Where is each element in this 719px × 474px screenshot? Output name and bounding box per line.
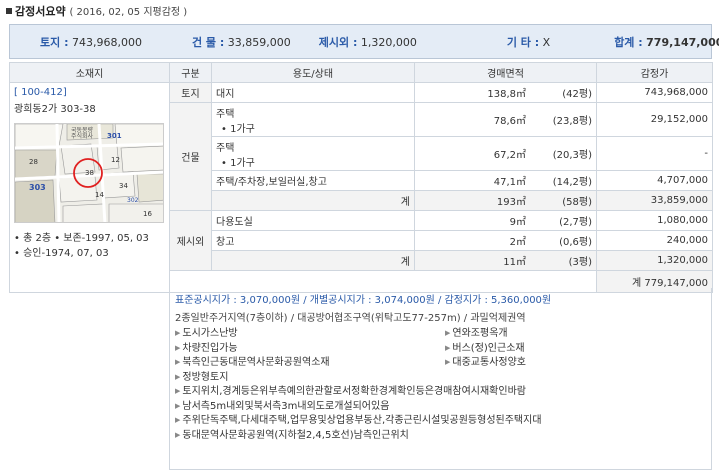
summary-bar: 토지 : 743,968,000 건 물 : 33,859,000 제시외 : … (9, 24, 719, 59)
price-cell: 743,968,000 (596, 82, 713, 103)
summary-other: 기 타 : X (506, 35, 551, 49)
subtotal-area: 11㎡ (3평) (414, 250, 597, 271)
zoning-info: 2종일반주거지역(7층이하) / 대공방어협조구역(위탁고도77-257m) /… (175, 313, 526, 324)
header-area: 경매면적 (414, 62, 597, 83)
area-cell: 9㎡ (2,7평) (414, 210, 597, 231)
map-label-38: 38 (85, 169, 94, 177)
map-label-302: 302 (127, 197, 139, 204)
triangle-bullet-icon: ▶ (175, 329, 181, 337)
category-land: 토지 (169, 82, 212, 103)
price-cell: 29,152,000 (596, 102, 713, 137)
map-label-28: 28 (29, 158, 38, 166)
summary-total: 합계 : 779,147,000 (614, 35, 719, 49)
triangle-bullet-icon: ▶ (445, 343, 451, 352)
square-bullet-icon (6, 8, 12, 14)
map-label-34: 34 (119, 182, 128, 190)
list-item: ▶ 정방형토지 (175, 371, 229, 383)
feature-grid: ▶ 도시가스난방 ▶ 연와조평옥개 ▶ 차량진입가능 ▶ 버스(정)인근소재 ▶ 북측인근… (175, 327, 706, 385)
area-cell: 2㎡ (0,6평) (414, 230, 597, 251)
summary-building: 건 물 : 33,859,000 (191, 35, 291, 49)
page-title: 감정서요약 ( 2016, 02, 05 지평감정 ) (6, 3, 187, 19)
triangle-bullet-icon: ▶ (175, 401, 181, 410)
triangle-bullet-icon: ▶ (175, 343, 181, 352)
notes-panel: 표준공시지가 : 3,070,000원 / 개별공시지가 : 3,074,000… (169, 288, 712, 470)
list-item: ▶ 북측인근동대문역사문화공원역소재 (175, 357, 330, 368)
price-cell: 4,707,000 (596, 170, 713, 191)
triangle-bullet-icon: ▶ (175, 416, 181, 424)
appraisal-date: ( 2016, 02, 05 지평감정 ) (69, 7, 188, 18)
address: 광희동2가 303-38 (14, 104, 96, 115)
area-cell: 47,1㎡ (14,2평) (414, 170, 597, 191)
triangle-bullet-icon: ▶ (175, 387, 181, 395)
map-label-16: 16 (143, 210, 152, 218)
summary-excluded: 제시외 : 1,320,000 (318, 35, 417, 49)
use-cell: 주택 • 1가구 (211, 136, 415, 171)
land-price-info: 표준공시지가 : 3,070,000원 / 개별공시지가 : 3,074,000… (175, 295, 552, 306)
appraisal-table: 소재지 구분 용도/상태 경매면적 감정가 [ 100-412] 광희동2가 3… (9, 62, 713, 293)
header-location: 소재지 (9, 62, 170, 83)
area-cell: 138,8㎡ (42평) (414, 82, 597, 103)
price-cell: 1,080,000 (596, 210, 713, 231)
triangle-bullet-icon: ▶ (445, 329, 451, 337)
list-item: ▶ 동대문역사문화공원역(지하철2,4,5호선)남측인근위치 (175, 429, 409, 441)
list-item: ▶ 주위단독주택,다세대주택,업무용및상업용부동산,각종근린시설및공원등형성된주택… (175, 415, 542, 426)
use-cell: 창고 (211, 230, 415, 251)
list-item: ▶ 대중교통사정양호 (445, 357, 526, 368)
map-label-303: 303 (29, 183, 46, 192)
summary-land: 토지 : 743,968,000 (40, 35, 142, 49)
table-row: [ 100-412] 광희동2가 303-38 국동몽량 주식회사 301 30… (9, 82, 713, 293)
header-price: 감정가 (596, 62, 713, 83)
area-cell: 67,2㎡ (20,3평) (414, 136, 597, 171)
list-item: ▶ 남서측5m내외및북서측3m내외도로개설되어있음 (175, 400, 390, 412)
area-cell: 78,6㎡ (23,8평) (414, 102, 597, 137)
building-notes: • 총 2층 • 보존-1997, 05, 03 • 승인-1974, 07, … (14, 233, 149, 259)
location-map[interactable]: 국동몽량 주식회사 301 303 38 28 12 34 14 16 302 (14, 123, 164, 223)
price-cell: 240,000 (596, 230, 713, 251)
map-label-12: 12 (111, 156, 120, 164)
map-label-301: 301 (107, 132, 122, 140)
triangle-bullet-icon: ▶ (445, 358, 451, 366)
postal-code: [ 100-412] (14, 87, 67, 98)
use-cell: 주택 • 1가구 (211, 102, 415, 137)
header-category: 구분 (169, 62, 212, 83)
map-label-company2: 주식회사 (71, 132, 94, 140)
list-item: ▶ 도시가스난방 (175, 328, 238, 339)
map-label-14: 14 (95, 191, 104, 199)
price-cell: - (596, 136, 713, 171)
use-cell: 대지 (211, 82, 415, 103)
triangle-bullet-icon: ▶ (175, 372, 181, 381)
map-image: 국동몽량 주식회사 301 303 38 28 12 34 14 16 302 (15, 124, 163, 222)
location-cell: [ 100-412] 광희동2가 303-38 국동몽량 주식회사 301 30… (9, 82, 170, 293)
subtotal-label: 계 (211, 190, 415, 211)
category-excluded: 제시외 (169, 210, 212, 271)
list-item: ▶ 차량진입가능 (175, 342, 238, 354)
list-item: ▶ 토지위치,경계등은위부측예의한관할로서정확한경계확인등은경매참여시재확인바람 (175, 386, 526, 397)
subtotal-area: 193㎡ (58평) (414, 190, 597, 211)
triangle-bullet-icon: ▶ (175, 430, 181, 439)
subtotal-label: 계 (211, 250, 415, 271)
category-building: 건물 (169, 102, 212, 211)
header-use: 용도/상태 (211, 62, 415, 83)
use-cell: 다용도실 (211, 210, 415, 231)
use-cell: 주택/주차장,보일러실,창고 (211, 170, 415, 191)
triangle-bullet-icon: ▶ (175, 358, 181, 366)
list-item: ▶ 연와조평옥개 (445, 328, 508, 339)
subtotal-price: 33,859,000 (596, 190, 713, 211)
list-item: ▶ 버스(정)인근소재 (445, 342, 525, 354)
subtotal-price: 1,320,000 (596, 250, 713, 271)
